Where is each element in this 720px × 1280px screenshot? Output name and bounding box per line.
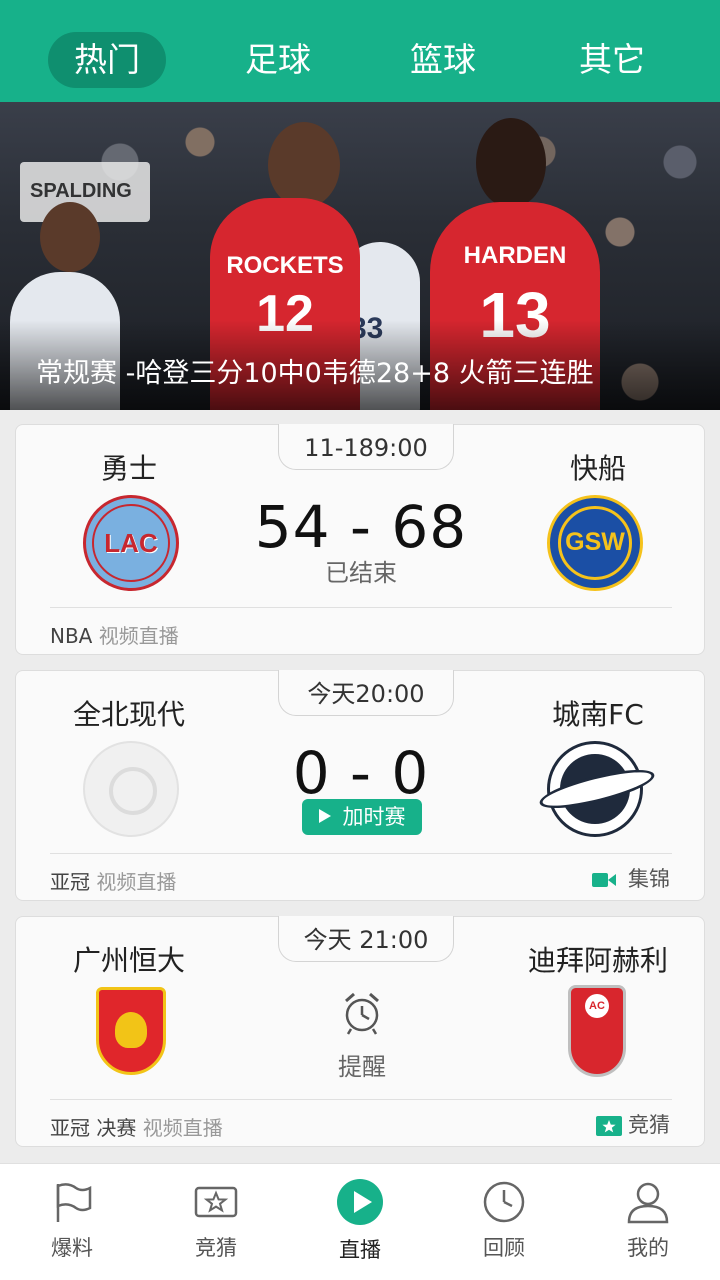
nav-item-live[interactable]: 直播 [288, 1164, 432, 1280]
nav-label: 爆料 [51, 1236, 93, 1260]
card-divider [50, 607, 672, 608]
away-team-name: 迪拜阿赫利 [527, 944, 668, 977]
league-label: NBA [50, 624, 93, 648]
tab-basketball[interactable]: 篮球 [387, 32, 499, 88]
away-logo-text: GSW [565, 528, 625, 556]
match-time: 今天20:00 [278, 670, 454, 716]
clock-icon [483, 1181, 525, 1223]
match-score: 0 - 0 [292, 739, 430, 807]
guess-link[interactable]: 竞猜 [596, 1109, 670, 1139]
ticket-star-icon [596, 1116, 622, 1136]
play-circle-icon [337, 1179, 383, 1225]
nav-label: 我的 [627, 1236, 669, 1260]
nav-item-baoliao[interactable]: 爆料 [0, 1164, 144, 1280]
jersey-text-rockets: ROCKETS [226, 252, 344, 279]
match-footer-info: NBA 视频直播 [50, 620, 179, 649]
home-team-logo: LAC [83, 495, 179, 591]
broadcast-tag: 视频直播 [98, 624, 179, 648]
home-team-name: 勇士 [100, 452, 157, 485]
broadcast-tag: 视频直播 [96, 870, 177, 894]
match-score: 54 - 68 [254, 493, 468, 561]
away-team-name: 快船 [569, 452, 626, 485]
nav-item-review[interactable]: 回顾 [432, 1164, 576, 1280]
home-team-name: 全北现代 [72, 698, 185, 731]
alarm-clock-icon[interactable] [342, 991, 382, 1035]
highlights-link[interactable]: 集锦 [592, 863, 670, 893]
match-status: 已结束 [325, 559, 397, 587]
reminder-label[interactable]: 提醒 [312, 1047, 412, 1082]
overtime-status-button[interactable]: 加时赛 [302, 799, 422, 835]
away-team-name: 城南FC [552, 698, 644, 731]
nav-item-mine[interactable]: 我的 [576, 1164, 720, 1280]
nav-item-guess[interactable]: 竞猜 [144, 1164, 288, 1280]
match-time: 11-189:00 [278, 424, 454, 470]
top-tab-bar: 热门 足球 篮球 其它 [0, 0, 720, 102]
overtime-label: 加时赛 [342, 805, 406, 829]
match-card[interactable]: 今天 21:00 广州恒大 迪拜阿赫利 AC 提醒 亚冠 决赛 视频直播 竞猜 [15, 916, 705, 1147]
play-icon [318, 809, 331, 823]
match-footer-info: 亚冠 视频直播 [50, 866, 176, 895]
video-camera-icon [592, 873, 616, 887]
highlights-label: 集锦 [628, 867, 670, 891]
guess-label: 竞猜 [628, 1113, 670, 1137]
tab-hot[interactable]: 热门 [48, 32, 166, 88]
home-team-logo [96, 987, 166, 1075]
tab-other[interactable]: 其它 [556, 32, 668, 88]
away-logo-text: AC [585, 994, 609, 1018]
league-label: 亚冠 [50, 870, 90, 894]
nav-label: 直播 [339, 1238, 381, 1262]
nav-label: 竞猜 [195, 1236, 237, 1260]
card-divider [50, 853, 672, 854]
broadcast-tag: 视频直播 [142, 1116, 223, 1140]
backboard-text: SPALDING [30, 180, 132, 202]
flag-icon [56, 1183, 92, 1222]
nav-label: 回顾 [483, 1236, 525, 1260]
match-footer-info: 亚冠 决赛 视频直播 [50, 1112, 223, 1141]
away-team-logo [536, 741, 658, 837]
banner-caption[interactable]: 常规赛 -哈登三分10中0韦德28+8 火箭三连胜 [36, 356, 636, 410]
banner-player-head [40, 202, 100, 272]
match-time: 今天 21:00 [278, 916, 454, 962]
football-icon [109, 767, 157, 815]
tab-football[interactable]: 足球 [222, 32, 334, 88]
user-icon [627, 1182, 669, 1224]
banner-player-head [268, 122, 340, 208]
bottom-navigation: 爆料 竞猜 直播 回顾 我的 [0, 1163, 720, 1280]
banner-player-head [476, 118, 546, 208]
match-card[interactable]: 今天20:00 全北现代 城南FC 0 - 0 加时赛 亚冠 视频直播 集锦 [15, 670, 705, 901]
home-team-logo-placeholder [83, 741, 179, 837]
league-label: 亚冠 决赛 [50, 1116, 137, 1140]
home-logo-text: LAC [104, 528, 158, 558]
jersey-text-harden: HARDEN [463, 242, 567, 269]
match-card[interactable]: 11-189:00 勇士 快船 LAC GSW 54 - 68 已结束 NBA … [15, 424, 705, 655]
card-divider [50, 1099, 672, 1100]
away-team-logo: AC [568, 985, 626, 1077]
lion-icon [115, 1012, 147, 1048]
away-team-logo: GSW [547, 495, 643, 591]
home-team-name: 广州恒大 [72, 944, 185, 977]
ticket-star-icon [194, 1186, 238, 1218]
